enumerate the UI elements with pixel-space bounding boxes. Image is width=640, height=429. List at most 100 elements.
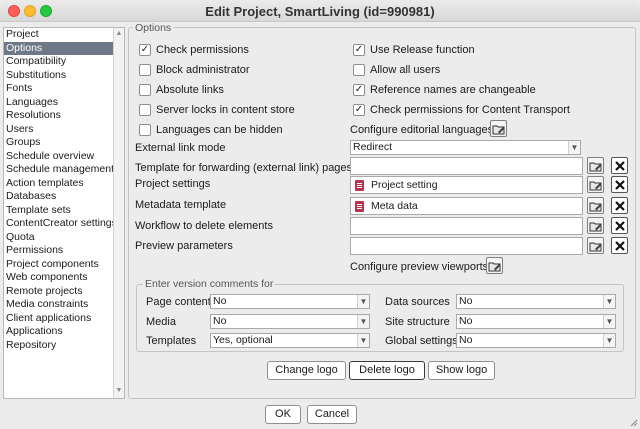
use-release-checkbox[interactable]: ✓ Use Release function: [353, 44, 475, 56]
close-icon: [615, 180, 625, 190]
close-icon: [615, 221, 625, 231]
check-permissions-checkbox[interactable]: ✓ Check permissions: [139, 44, 249, 56]
chevron-down-icon: ▼: [603, 295, 615, 308]
sidebar-item-web-components[interactable]: Web components: [4, 271, 114, 285]
reference-names-checkbox[interactable]: ✓ Reference names are changeable: [353, 84, 536, 96]
show-logo-button[interactable]: Show logo: [428, 361, 495, 380]
chevron-down-icon: ▼: [357, 334, 369, 347]
version-comments-group: Enter version comments for Page content …: [136, 278, 624, 352]
configure-languages-button[interactable]: [490, 120, 507, 137]
content-transport-checkbox[interactable]: ✓ Check permissions for Content Transpor…: [353, 104, 570, 116]
templates-label: Templates: [146, 335, 197, 347]
media-label: Media: [146, 316, 176, 328]
checkbox-label: Languages can be hidden: [156, 124, 283, 136]
sidebar-item-project-components[interactable]: Project components: [4, 258, 114, 272]
sidebar-item-remote-projects[interactable]: Remote projects: [4, 285, 114, 299]
scroll-down-arrow-icon[interactable]: ▼: [115, 387, 123, 395]
sidebar-item-compatibility[interactable]: Compatibility: [4, 55, 114, 69]
resize-grip-icon[interactable]: [628, 417, 638, 427]
delete-logo-button[interactable]: Delete logo: [349, 361, 425, 380]
select-value: No: [459, 315, 473, 327]
data-sources-select[interactable]: No ▼: [456, 294, 616, 309]
options-group-label: Options: [133, 22, 174, 34]
template-forwarding-label: Template for forwarding (external link) …: [135, 162, 353, 174]
external-link-mode-select[interactable]: Redirect ▼: [350, 140, 581, 155]
sidebar-item-contentcreator-settings[interactable]: ContentCreator settings: [4, 217, 114, 231]
sidebar-item-options[interactable]: Options: [4, 41, 114, 55]
checkbox-box[interactable]: ✓: [139, 44, 151, 56]
sidebar-item-languages[interactable]: Languages: [4, 96, 114, 110]
global-settings-select[interactable]: No ▼: [456, 333, 616, 348]
media-select[interactable]: No ▼: [210, 314, 370, 329]
sidebar-item-groups[interactable]: Groups: [4, 136, 114, 150]
checkbox-box[interactable]: [139, 84, 151, 96]
sidebar-item-users[interactable]: Users: [4, 123, 114, 137]
select-value: Yes, optional: [213, 334, 273, 346]
folder-edit-icon: [589, 181, 602, 191]
sidebar-scrollbar[interactable]: ▲ ▼: [113, 28, 124, 398]
field-value: Project setting: [371, 179, 438, 191]
checkbox-box[interactable]: [139, 104, 151, 116]
close-icon: [615, 241, 625, 251]
folder-edit-icon: [589, 242, 602, 252]
sidebar-item-permissions[interactable]: Permissions: [4, 244, 114, 258]
workflow-delete-field[interactable]: [350, 217, 583, 235]
metadata-template-browse-button[interactable]: [587, 197, 604, 214]
workflow-delete-browse-button[interactable]: [587, 217, 604, 234]
checkbox-label: Allow all users: [370, 64, 441, 76]
configure-viewports-button[interactable]: [486, 257, 503, 274]
change-logo-button[interactable]: Change logo: [267, 361, 346, 380]
project-settings-field[interactable]: Project setting: [350, 176, 583, 194]
site-structure-select[interactable]: No ▼: [456, 314, 616, 329]
absolute-links-checkbox[interactable]: Absolute links: [139, 84, 224, 96]
options-panel: Options ✓ Check permissions Block admini…: [128, 22, 636, 399]
category-items: Project Options Compatibility Substitutions…: [4, 28, 114, 352]
page-content-select[interactable]: No ▼: [210, 294, 370, 309]
checkbox-box[interactable]: ✓: [353, 104, 365, 116]
allow-all-users-checkbox[interactable]: Allow all users: [353, 64, 440, 76]
project-settings-browse-button[interactable]: [587, 176, 604, 193]
sidebar-item-project[interactable]: Project: [4, 28, 114, 42]
metadata-template-clear-button[interactable]: [611, 197, 628, 214]
checkbox-box[interactable]: [139, 64, 151, 76]
sidebar-item-repository[interactable]: Repository: [4, 339, 114, 353]
preview-parameters-label: Preview parameters: [135, 240, 233, 252]
sidebar-item-substitutions[interactable]: Substitutions: [4, 69, 114, 83]
sidebar-item-media-constraints[interactable]: Media constraints: [4, 298, 114, 312]
sidebar-item-applications[interactable]: Applications: [4, 325, 114, 339]
preview-parameters-browse-button[interactable]: [587, 237, 604, 254]
checkbox-label: Use Release function: [370, 44, 475, 56]
preview-parameters-clear-button[interactable]: [611, 237, 628, 254]
template-forwarding-clear-button[interactable]: [611, 157, 628, 174]
metadata-template-field[interactable]: Meta data: [350, 197, 583, 215]
checkbox-box[interactable]: ✓: [353, 44, 365, 56]
template-forwarding-browse-button[interactable]: [587, 157, 604, 174]
cancel-button[interactable]: Cancel: [307, 405, 357, 424]
folder-edit-icon: [589, 162, 602, 172]
workflow-delete-clear-button[interactable]: [611, 217, 628, 234]
sidebar-item-client-applications[interactable]: Client applications: [4, 312, 114, 326]
sidebar-item-schedule-overview[interactable]: Schedule overview: [4, 150, 114, 164]
checkbox-box[interactable]: [353, 64, 365, 76]
sidebar-item-quota[interactable]: Quota: [4, 231, 114, 245]
checkbox-box[interactable]: [139, 124, 151, 136]
scroll-up-arrow-icon[interactable]: ▲: [115, 30, 123, 38]
sidebar-item-template-sets[interactable]: Template sets: [4, 204, 114, 218]
sidebar-item-fonts[interactable]: Fonts: [4, 82, 114, 96]
document-icon: [355, 180, 364, 191]
block-administrator-checkbox[interactable]: Block administrator: [139, 64, 250, 76]
template-forwarding-field[interactable]: [350, 157, 583, 175]
templates-select[interactable]: Yes, optional ▼: [210, 333, 370, 348]
sidebar-item-databases[interactable]: Databases: [4, 190, 114, 204]
checkbox-box[interactable]: ✓: [353, 84, 365, 96]
preview-parameters-field[interactable]: [350, 237, 583, 255]
select-value: Redirect: [353, 141, 393, 153]
sidebar-item-schedule-management[interactable]: Schedule management: [4, 163, 114, 177]
server-locks-checkbox[interactable]: Server locks in content store: [139, 104, 295, 116]
project-settings-clear-button[interactable]: [611, 176, 628, 193]
folder-edit-icon: [589, 222, 602, 232]
sidebar-item-resolutions[interactable]: Resolutions: [4, 109, 114, 123]
ok-button[interactable]: OK: [265, 405, 301, 424]
sidebar-item-action-templates[interactable]: Action templates: [4, 177, 114, 191]
languages-hidden-checkbox[interactable]: Languages can be hidden: [139, 124, 283, 136]
